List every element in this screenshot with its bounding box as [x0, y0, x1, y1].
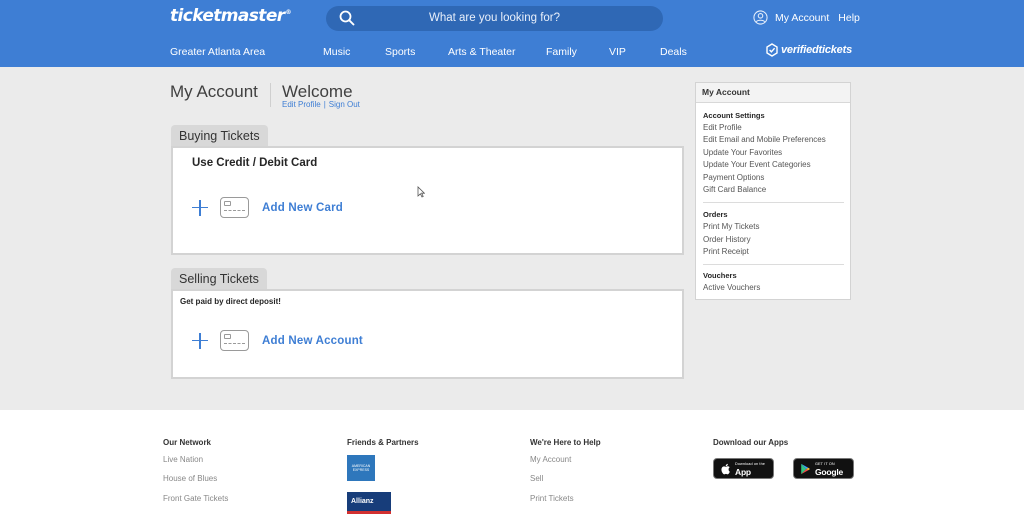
footer-link-my-account[interactable]: My Account: [530, 455, 571, 464]
buying-heading: Use Credit / Debit Card: [192, 157, 318, 169]
google-play-badge[interactable]: GET IT ON Google play: [793, 458, 854, 487]
nav-sports[interactable]: Sports: [385, 46, 415, 58]
edit-profile-link[interactable]: Edit Profile: [282, 100, 321, 109]
welcome-heading: Welcome: [282, 82, 353, 101]
selling-tickets-panel: Get paid by direct deposit! Add New Acco…: [171, 289, 684, 379]
nav-music[interactable]: Music: [323, 46, 350, 58]
sidebar-link-edit-profile[interactable]: Edit Profile: [703, 123, 742, 132]
google-play-small-text: GET IT ON: [815, 462, 835, 466]
site-footer: Our Network Live Nation House of Blues F…: [0, 410, 1024, 514]
sidebar-section-vouchers: Vouchers: [703, 271, 737, 280]
google-play-icon: [801, 463, 811, 475]
sidebar-link-print-tickets[interactable]: Print My Tickets: [703, 222, 759, 231]
app-store-badge[interactable]: Download on the App Store: [713, 458, 774, 487]
sidebar-divider: [703, 202, 844, 203]
allianz-logo[interactable]: Allianz: [347, 492, 391, 514]
footer-link-print-tickets[interactable]: Print Tickets: [530, 494, 574, 503]
app-store-small-text: Download on the: [735, 462, 765, 466]
sign-out-link[interactable]: Sign Out: [329, 100, 360, 109]
footer-friends-partners: Friends & Partners: [347, 438, 419, 447]
main-nav: Greater Atlanta Area Music Sports Arts &…: [0, 43, 1024, 60]
footer-our-network: Our Network: [163, 438, 211, 447]
nav-vip[interactable]: VIP: [609, 46, 626, 58]
nav-deals[interactable]: Deals: [660, 46, 687, 58]
nav-family[interactable]: Family: [546, 46, 577, 58]
search-bar[interactable]: What are you looking for?: [326, 6, 663, 31]
footer-heading: Download our Apps: [713, 438, 789, 447]
sidebar-section-orders: Orders: [703, 210, 728, 219]
footer-link-sell[interactable]: Sell: [530, 474, 543, 483]
credit-card-icon: [220, 197, 249, 218]
footer-link-house-of-blues[interactable]: House of Blues: [163, 474, 217, 483]
footer-heading: Friends & Partners: [347, 438, 419, 447]
ticketmaster-logo[interactable]: ticketmaster®: [170, 6, 292, 26]
help-link[interactable]: Help: [838, 12, 860, 24]
tab-selling-tickets: Selling Tickets: [171, 268, 267, 289]
tab-buying-tickets: Buying Tickets: [171, 125, 268, 146]
american-express-logo[interactable]: AMERICAN EXPRESS: [347, 455, 375, 481]
footer-link-live-nation[interactable]: Live Nation: [163, 455, 203, 464]
account-sidebar: My Account Account Settings Edit Profile…: [695, 82, 851, 300]
plus-icon: [192, 199, 208, 216]
apple-icon: [721, 463, 730, 475]
credit-card-icon: [220, 330, 249, 351]
nav-arts-theater[interactable]: Arts & Theater: [448, 46, 516, 58]
app-store-big-text: App Store: [735, 467, 756, 487]
title-divider: [270, 83, 271, 107]
sidebar-link-edit-email-mobile[interactable]: Edit Email and Mobile Preferences: [703, 135, 826, 144]
sidebar-link-update-favorites[interactable]: Update Your Favorites: [703, 148, 782, 157]
sidebar-link-update-event-categories[interactable]: Update Your Event Categories: [703, 160, 811, 169]
footer-heading: Our Network: [163, 438, 212, 447]
sidebar-section-account-settings: Account Settings: [703, 111, 765, 120]
region-selector[interactable]: Greater Atlanta Area: [170, 46, 265, 58]
verified-tickets-logo[interactable]: verifiedtickets: [765, 43, 852, 57]
mouse-cursor-icon: [417, 186, 425, 198]
sidebar-link-active-vouchers[interactable]: Active Vouchers: [703, 283, 760, 292]
sidebar-divider: [703, 264, 844, 265]
plus-icon: [192, 332, 208, 349]
my-account-link[interactable]: My Account: [775, 12, 829, 24]
sidebar-link-payment-options[interactable]: Payment Options: [703, 173, 764, 182]
add-new-account-label: Add New Account: [262, 334, 363, 347]
page-title: My Account: [170, 82, 258, 101]
verified-ticket-icon: [766, 43, 778, 57]
buying-tickets-panel: Use Credit / Debit Card Add New Card: [171, 146, 684, 255]
add-new-card-label: Add New Card: [262, 201, 343, 214]
profile-links: Edit Profile | Sign Out: [282, 100, 360, 109]
site-header: ticketmaster® What are you looking for? …: [0, 0, 1024, 67]
footer-link-front-gate-tickets[interactable]: Front Gate Tickets: [163, 494, 228, 503]
account-links: My Account Help: [753, 10, 860, 25]
footer-help: We're Here to Help: [530, 438, 601, 447]
search-placeholder: What are you looking for?: [428, 12, 561, 24]
add-new-card-button[interactable]: Add New Card: [192, 197, 343, 218]
sidebar-link-order-history[interactable]: Order History: [703, 235, 751, 244]
sidebar-link-print-receipt[interactable]: Print Receipt: [703, 247, 749, 256]
sidebar-title: My Account: [696, 83, 850, 103]
footer-apps: Download our Apps: [713, 438, 788, 447]
selling-heading: Get paid by direct deposit!: [180, 297, 281, 306]
footer-heading: We're Here to Help: [530, 438, 601, 447]
google-play-big-text: Google play: [815, 467, 844, 487]
add-new-account-button[interactable]: Add New Account: [192, 330, 363, 351]
sidebar-link-gift-card-balance[interactable]: Gift Card Balance: [703, 185, 766, 194]
user-circle-icon[interactable]: [753, 10, 768, 25]
link-separator: |: [323, 100, 326, 109]
